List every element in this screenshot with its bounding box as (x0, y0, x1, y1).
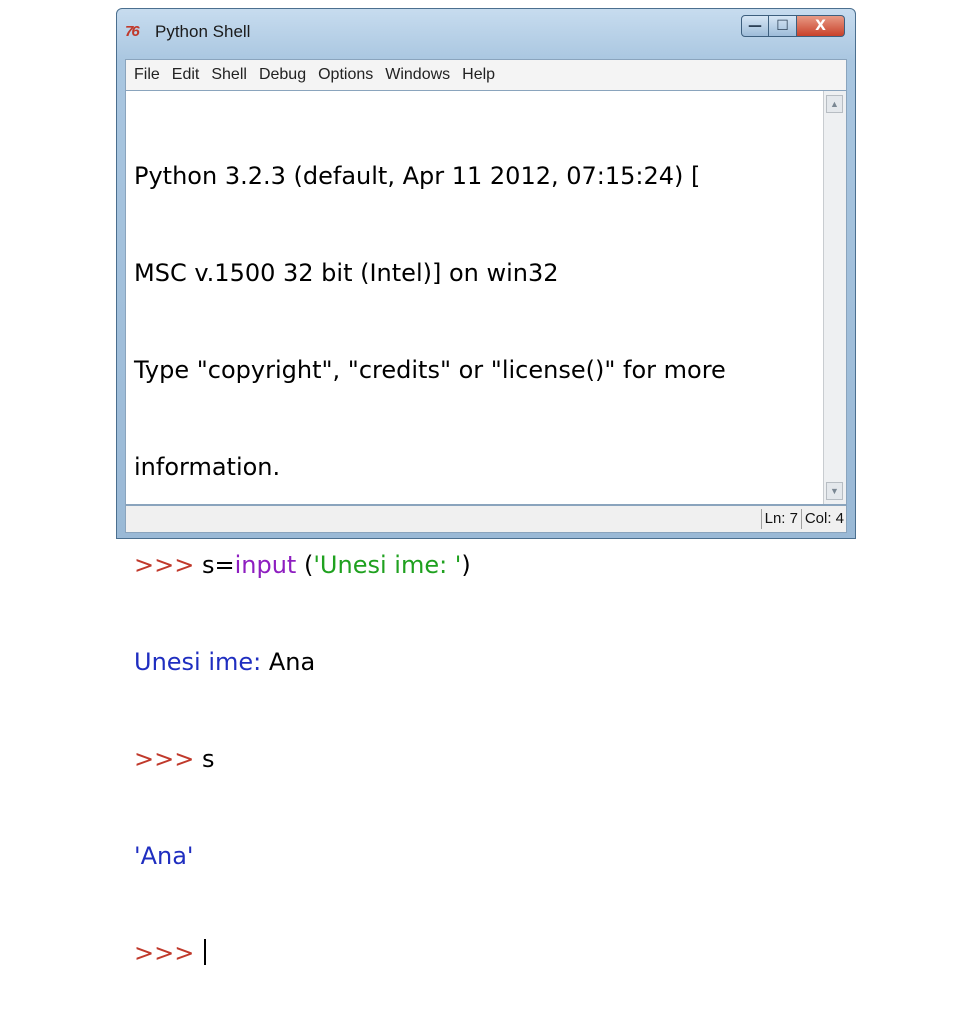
result-line: 'Ana' (134, 840, 816, 872)
title-bar[interactable]: 76 Python Shell — ☐ X (117, 9, 855, 51)
banner-line: Type "copyright", "credits" or "license(… (134, 356, 726, 385)
menu-options[interactable]: Options (318, 66, 373, 84)
status-bar: Ln: 7 Col: 4 (125, 505, 847, 533)
scroll-up-arrow-icon[interactable]: ▲ (826, 95, 843, 113)
code-paren-close: ) (461, 550, 471, 579)
shell-text-area[interactable]: Python 3.2.3 (default, Apr 11 2012, 07:1… (125, 91, 847, 967)
stdout-text: Unesi ime: (134, 647, 269, 676)
code-text: s (201, 745, 215, 774)
input-line: >>> s (134, 743, 816, 775)
column-number-status: Col: 4 (800, 509, 846, 529)
current-input-line[interactable]: >>> (134, 937, 816, 969)
code-string: 'Unesi ime: ' (313, 550, 462, 579)
result-text: 'Ana' (134, 842, 194, 871)
scroll-down-arrow-icon[interactable]: ▼ (826, 482, 843, 500)
close-button[interactable]: X (797, 15, 845, 37)
menu-file[interactable]: File (134, 66, 160, 84)
window-title: Python Shell (155, 22, 251, 41)
python-shell-window: 76 Python Shell — ☐ X File Edit Shell De… (116, 8, 856, 967)
menu-windows[interactable]: Windows (385, 66, 450, 84)
menu-bar: File Edit Shell Debug Options Windows He… (125, 59, 847, 91)
code-var: s= (201, 550, 235, 579)
code-paren-open: ( (296, 550, 314, 579)
menu-shell[interactable]: Shell (211, 66, 247, 84)
user-input-text: Ana (268, 647, 316, 676)
maximize-button[interactable]: ☐ (769, 15, 797, 37)
shell-prompt: >>> (134, 550, 195, 579)
output-line: Unesi ime: Ana (134, 646, 816, 678)
line-number-status: Ln: 7 (760, 509, 798, 529)
window-controls: — ☐ X (741, 15, 845, 39)
menu-edit[interactable]: Edit (172, 66, 200, 84)
menu-help[interactable]: Help (462, 66, 495, 84)
input-line: >>> s=input ('Unesi ime: ') (134, 549, 816, 581)
menu-debug[interactable]: Debug (259, 66, 306, 84)
text-cursor (203, 939, 206, 966)
shell-prompt: >>> (134, 939, 195, 968)
minimize-button[interactable]: — (741, 15, 769, 37)
banner-line: Python 3.2.3 (default, Apr 11 2012, 07:1… (134, 161, 701, 190)
vertical-scrollbar[interactable]: ▲ ▼ (823, 91, 846, 504)
code-builtin: input (234, 550, 297, 579)
banner-line: MSC v.1500 32 bit (Intel)] on win32 (134, 259, 559, 288)
shell-prompt: >>> (134, 745, 195, 774)
banner-line: information. (134, 453, 281, 482)
python-idle-icon: 76 (125, 23, 140, 40)
shell-output[interactable]: Python 3.2.3 (default, Apr 11 2012, 07:1… (134, 95, 816, 1035)
